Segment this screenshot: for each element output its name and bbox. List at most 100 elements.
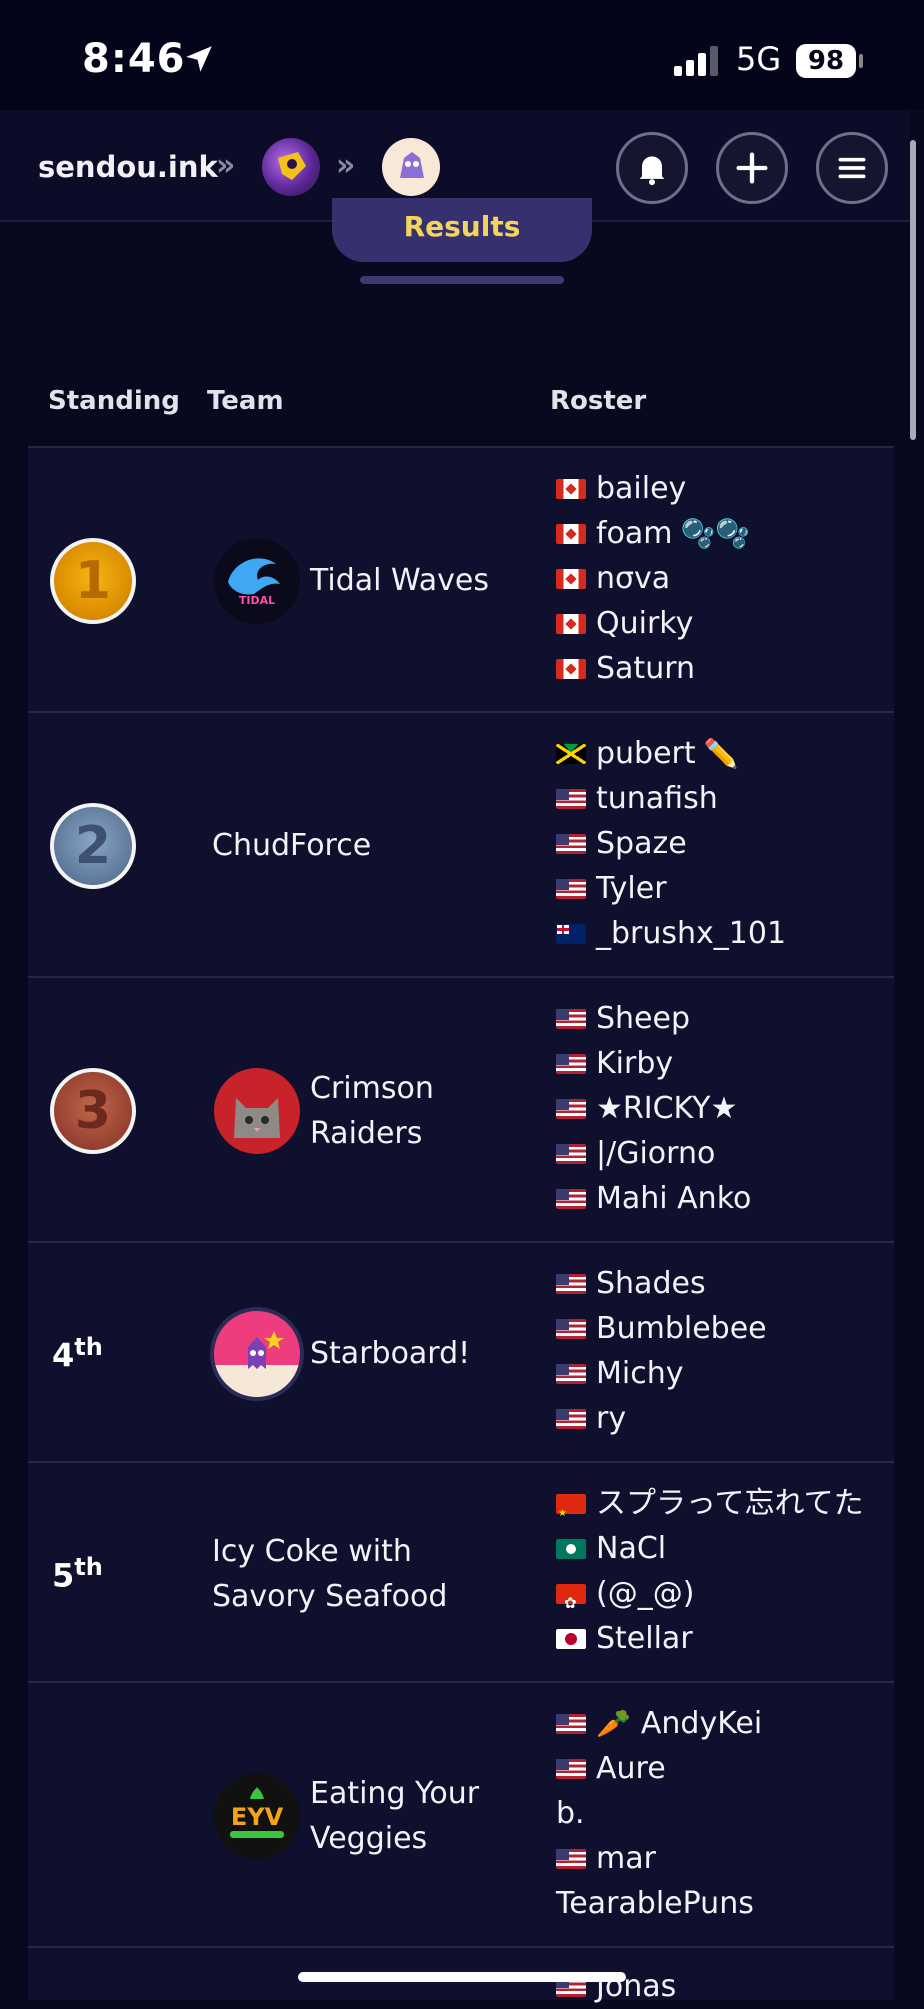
roster-list: スプラって忘れてた NaCl (@_@) Stellar [556, 1481, 864, 1661]
signal-icon [674, 46, 718, 76]
us-flag-icon [556, 1848, 586, 1869]
table-row: 2 ChudForce pubert ✏️ tunafish Spaze Tyle… [28, 713, 894, 978]
bronze-medal-icon: 3 [50, 1068, 136, 1154]
breadcrumb-separator: » [216, 148, 236, 183]
roster-player[interactable]: TearablePuns [556, 1881, 762, 1926]
team-logo[interactable]: EYV [214, 1773, 300, 1859]
canada-flag-icon [556, 658, 586, 679]
wave-logo-icon: TIDAL [228, 558, 280, 607]
us-flag-icon [556, 1408, 586, 1429]
silver-medal-icon: 2 [50, 803, 136, 889]
canada-flag-icon [556, 478, 586, 499]
menu-icon [838, 157, 866, 179]
roster-player[interactable]: mar [556, 1836, 762, 1881]
jamaica-flag-icon [556, 743, 586, 764]
site-logo-link[interactable]: sendou.ink [38, 150, 218, 184]
network-type: 5G [736, 40, 782, 78]
team-logo[interactable]: TIDAL [214, 538, 300, 624]
gold-medal-icon: 1 [50, 538, 136, 624]
roster-player[interactable]: Spaze [556, 821, 786, 866]
us-flag-icon [556, 1188, 586, 1209]
header-standing: Standing [48, 386, 180, 416]
roster-list: bailey foam 🫧🫧 nσva Quirky Saturn [556, 466, 750, 691]
home-indicator[interactable] [298, 1972, 626, 1982]
location-arrow-icon [186, 46, 212, 72]
roster-player[interactable]: Shades [556, 1261, 767, 1306]
breadcrumb-separator: » [336, 148, 356, 183]
us-flag-icon [556, 1098, 586, 1119]
standing-place: 5th [52, 1553, 103, 1595]
status-time: 8:46 [82, 36, 186, 82]
roster-player[interactable]: Tyler [556, 866, 786, 911]
team-name[interactable]: Starboard! [310, 1331, 470, 1376]
roster-player[interactable]: Mahi Anko [556, 1176, 751, 1221]
team-name[interactable]: Eating Your Veggies [310, 1771, 479, 1861]
us-flag-icon [556, 1363, 586, 1384]
status-bar: 8:46 5G 98 [0, 0, 924, 110]
roster-list: Jonas [556, 1964, 676, 2009]
roster-player[interactable]: Quirky [556, 601, 750, 646]
us-flag-icon [556, 1758, 586, 1779]
us-flag-icon [556, 1713, 586, 1734]
veggies-logo-icon: EYV [230, 1787, 284, 1838]
team-logo[interactable] [214, 1311, 300, 1397]
tab-indicator [360, 276, 564, 284]
svg-text:EYV: EYV [231, 1803, 284, 1831]
roster-player[interactable]: スプラって忘れてた [556, 1481, 864, 1536]
roster-player[interactable]: nσva [556, 556, 750, 601]
bubbles-emoji-icon: 🫧🫧 [680, 517, 751, 550]
table-row: EYV Eating Your Veggies 🥕 AndyKei Aure b.… [28, 1683, 894, 1948]
roster-player[interactable]: NaCl [556, 1526, 864, 1571]
svg-text:TIDAL: TIDAL [239, 594, 275, 607]
table-row: 4th Starboard! Shades Bumblebee Michy ry [28, 1243, 894, 1463]
roster-player[interactable]: ry [556, 1396, 767, 1441]
roster-player[interactable]: bailey [556, 466, 750, 511]
notifications-button[interactable] [616, 132, 688, 204]
roster-player[interactable]: Stellar [556, 1616, 864, 1661]
bell-icon [639, 156, 665, 186]
tab-results[interactable]: Results [332, 198, 592, 262]
roster-player[interactable]: Kirby [556, 1041, 751, 1086]
roster-player[interactable]: foam 🫧🫧 [556, 511, 750, 556]
roster-player[interactable]: |/Giorno [556, 1131, 751, 1176]
us-flag-icon [556, 1053, 586, 1074]
roster-player[interactable]: 🥕 AndyKei [556, 1701, 762, 1746]
roster-player[interactable]: tunafish [556, 776, 786, 821]
standing-place: 4th [52, 1333, 103, 1375]
roster-player[interactable]: pubert ✏️ [556, 731, 786, 776]
team-name[interactable]: ChudForce [212, 823, 371, 868]
macau-flag-icon [556, 1538, 586, 1559]
battery-icon: 98 [796, 44, 856, 78]
breadcrumb-org-avatar[interactable] [262, 138, 320, 196]
breadcrumb-tournament-avatar[interactable] [382, 138, 440, 196]
team-name[interactable]: Icy Coke with Savory Seafood [212, 1529, 447, 1619]
us-flag-icon [556, 788, 586, 809]
carrot-emoji-icon: 🥕 [596, 1707, 631, 1740]
table-row: 5th Icy Coke with Savory Seafood スプラって忘れ… [28, 1463, 894, 1683]
us-flag-icon [556, 1318, 586, 1339]
page-scrollbar[interactable] [910, 140, 916, 440]
roster-player[interactable]: Aure [556, 1746, 762, 1791]
header-team: Team [207, 386, 284, 416]
squid-logo-icon [214, 1331, 300, 1397]
roster-list: Shades Bumblebee Michy ry [556, 1261, 767, 1441]
roster-player[interactable]: Sheep [556, 996, 751, 1041]
roster-player[interactable]: Michy [556, 1351, 767, 1396]
org-logo-icon [278, 152, 306, 180]
roster-player[interactable]: ★RICKY★ [556, 1086, 751, 1131]
hong-kong-flag-icon [556, 1581, 586, 1626]
roster-player[interactable]: b. [556, 1791, 762, 1836]
canada-flag-icon [556, 523, 586, 544]
roster-player[interactable]: (@_@) [556, 1571, 864, 1626]
roster-list: Sheep Kirby ★RICKY★ |/Giorno Mahi Anko [556, 996, 751, 1221]
menu-button[interactable] [816, 132, 888, 204]
roster-player[interactable]: Saturn [556, 646, 750, 691]
team-name[interactable]: Crimson Raiders [310, 1066, 434, 1156]
add-button[interactable] [716, 132, 788, 204]
roster-player[interactable]: _brushx_101 [556, 911, 786, 956]
roster-player[interactable]: Bumblebee [556, 1306, 767, 1351]
team-name[interactable]: Tidal Waves [310, 558, 489, 603]
pencil-emoji-icon: ✏️ [703, 737, 739, 770]
roster-player[interactable]: Jonas [556, 1964, 676, 2009]
team-logo[interactable] [214, 1068, 300, 1154]
